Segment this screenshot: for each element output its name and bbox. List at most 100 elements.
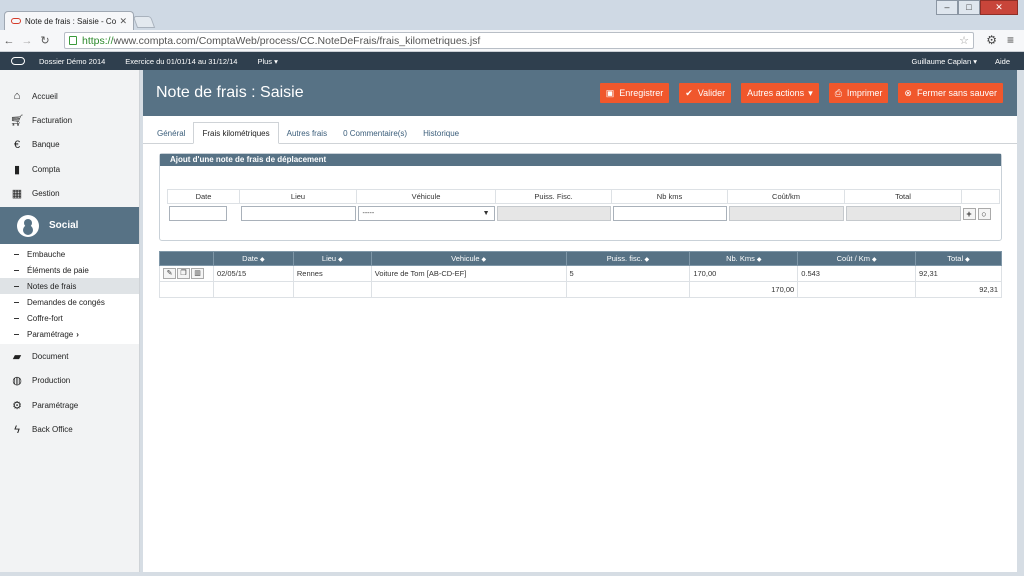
submenu-item-conges[interactable]: Demandes de congés	[0, 294, 139, 310]
column-header-date[interactable]: Date ◆	[212, 251, 294, 266]
lieu-input[interactable]	[240, 206, 356, 221]
sidebar-item-back-office[interactable]: ϟ Back Office	[0, 417, 139, 441]
euro-icon: €	[13, 138, 21, 151]
close-tab-icon[interactable]: ✕	[119, 16, 127, 27]
submenu-item-parametrage[interactable]: Paramétrage ›	[0, 326, 139, 342]
other-actions-button[interactable]: Autres actions ▾	[741, 83, 819, 103]
print-button[interactable]: ⎙ Imprimer	[828, 83, 889, 103]
circle-x-icon: ⊗	[904, 87, 912, 98]
page-tabs: Général Frais kilométriques Autres frais…	[143, 122, 1017, 144]
sidebar-item-parametrage[interactable]: ⚙ Paramétrage	[0, 393, 139, 417]
close-without-saving-button[interactable]: ⊗ Fermer sans sauver	[898, 83, 1003, 103]
tab-frais-kilometriques[interactable]: Frais kilométriques	[193, 122, 279, 144]
sidebar-item-label: Compta	[32, 164, 61, 174]
add-line-icon[interactable]: +	[962, 207, 976, 220]
user-menu[interactable]: Guillaume Caplan ▾	[912, 57, 977, 66]
tab-autres-frais[interactable]: Autres frais	[279, 122, 335, 144]
sidebar-item-label: Document	[32, 352, 69, 362]
date-input[interactable]	[168, 206, 227, 221]
sidebar-item-accueil[interactable]: ⌂ Accueil	[0, 84, 139, 108]
sidebar-item-gestion[interactable]: ▦ Gestion	[0, 181, 139, 205]
submenu-item-notes-frais[interactable]: Notes de frais	[0, 278, 139, 295]
cell-vehicule: Voiture de Tom [AB-CD-EF]	[370, 265, 567, 282]
check-icon: ✔	[685, 87, 693, 98]
reset-line-icon[interactable]: ○	[977, 207, 991, 220]
form-header-kms: Nb kms	[611, 189, 728, 204]
user-name: Guillaume Caplan	[911, 56, 972, 66]
validate-button[interactable]: ✔ Valider	[679, 83, 732, 103]
sidebar-item-document[interactable]: ▰ Document	[0, 344, 139, 368]
page-header: Note de frais : Saisie ▣ Enregistrer ✔ Val…	[143, 70, 1017, 116]
total-input	[845, 206, 961, 221]
totals-row: 170,00 92,31	[159, 281, 1002, 298]
sidebar-item-compta[interactable]: ▮ Compta	[0, 157, 139, 181]
app-logo-icon[interactable]	[11, 57, 25, 65]
sort-icon: ◆	[481, 257, 487, 263]
column-header-kms[interactable]: Nb. Kms ◆	[689, 251, 799, 266]
form-header-lieu: Lieu	[239, 189, 357, 204]
tab-commentaires[interactable]: 0 Commentaire(s)	[335, 122, 415, 144]
save-button[interactable]: ▣ Enregistrer	[599, 83, 670, 103]
cell-date: 02/05/15	[212, 265, 294, 282]
submenu-item-coffre-fort[interactable]: Coffre-fort	[0, 310, 139, 326]
minimize-button[interactable]: –	[936, 0, 958, 15]
submenu-item-embauche[interactable]: Embauche	[0, 246, 139, 262]
browser-tab[interactable]: Note de frais : Saisie - Co ✕	[4, 11, 134, 30]
column-label: Total	[947, 254, 964, 263]
cell-cout: 0.543	[797, 265, 917, 282]
cout-input	[728, 206, 844, 221]
column-header-vehicule[interactable]: Vehicule ◆	[370, 251, 567, 266]
sidebar-item-production[interactable]: ◍ Production	[0, 369, 139, 393]
column-label: Date	[242, 254, 258, 263]
kms-input[interactable]	[612, 206, 727, 221]
column-header-cout[interactable]: Coût / Km ◆	[797, 251, 917, 266]
forward-arrow-icon[interactable]: →	[18, 35, 36, 47]
sidebar-item-label: Back Office	[32, 425, 73, 435]
exercice-label[interactable]: Exercice du 01/01/14 au 31/12/14	[125, 57, 237, 66]
sidebar-item-label: Production	[32, 376, 71, 386]
menu-icon[interactable]: ≡	[1007, 33, 1014, 47]
edit-pencil-icon[interactable]: ✎	[163, 268, 176, 279]
tab-historique[interactable]: Historique	[415, 122, 467, 144]
back-arrow-icon[interactable]: ←	[0, 35, 18, 47]
trash-icon[interactable]: ▥	[191, 268, 204, 279]
help-link[interactable]: Aide	[995, 57, 1010, 66]
printer-icon: ⎙	[834, 87, 842, 98]
total-amount: 92,31	[915, 281, 1002, 298]
column-header-total[interactable]: Total ◆	[915, 251, 1002, 266]
social-submenu: Embauche Éléments de paie Notes de frais…	[0, 244, 139, 345]
url-path: www.compta.com/ComptaWeb/process/CC.Note…	[113, 34, 481, 47]
new-tab-button[interactable]	[132, 16, 156, 28]
copy-icon[interactable]: ❐	[177, 268, 190, 279]
home-icon: ⌂	[13, 90, 21, 103]
add-expense-form: Date Lieu Véhicule Puiss. Fisc. Nb kms C…	[167, 189, 1000, 223]
extension-gear-icon[interactable]: ⚙	[986, 33, 997, 47]
caret-down-icon: ▾	[808, 87, 813, 98]
sidebar-item-banque[interactable]: € Banque	[0, 133, 139, 157]
close-window-button[interactable]: ✕	[980, 0, 1018, 15]
submenu-item-elements-paie[interactable]: Éléments de paie	[0, 262, 139, 278]
column-header-puissance[interactable]: Puiss. fisc. ◆	[565, 251, 691, 266]
plus-menu[interactable]: Plus ▾	[257, 57, 277, 66]
address-bar[interactable]: https://www.compta.com/ComptaWeb/process…	[64, 32, 974, 49]
bookmark-star-icon[interactable]: ☆	[959, 34, 969, 47]
table-row: ✎ ❐ ▥ 02/05/15 Rennes Voiture de Tom [AB-C…	[159, 265, 1002, 282]
add-expense-panel: Ajout d'une note de frais de déplacement…	[159, 153, 1002, 241]
tab-general[interactable]: Général	[149, 122, 193, 144]
tab-title: Note de frais : Saisie - Co	[25, 16, 117, 26]
dossier-label[interactable]: Dossier Démo 2014	[39, 57, 105, 66]
browser-titlebar: Note de frais : Saisie - Co ✕ – □ ✕	[0, 0, 1024, 30]
column-header-lieu[interactable]: Lieu ◆	[292, 251, 372, 266]
form-header-cout: Coût/km	[727, 189, 845, 204]
browser-navbar: ← → ↻ https://www.compta.com/ComptaWeb/p…	[0, 30, 1024, 52]
reload-icon[interactable]: ↻	[36, 34, 54, 47]
sidebar-item-facturation[interactable]: 🛒︎ Facturation	[0, 108, 139, 132]
grid-icon: ▦	[11, 187, 23, 200]
button-label: Autres actions	[747, 88, 805, 98]
site-favicon-icon	[11, 18, 21, 24]
sidebar-section-social[interactable]: Social	[0, 207, 139, 245]
vehicle-select[interactable]: ----- ▼	[357, 206, 495, 221]
maximize-button[interactable]: □	[958, 0, 980, 15]
sidebar: ⌂ Accueil 🛒︎ Facturation € Banque ▮ Comp…	[0, 70, 140, 572]
sidebar-item-label: Gestion	[32, 188, 60, 198]
